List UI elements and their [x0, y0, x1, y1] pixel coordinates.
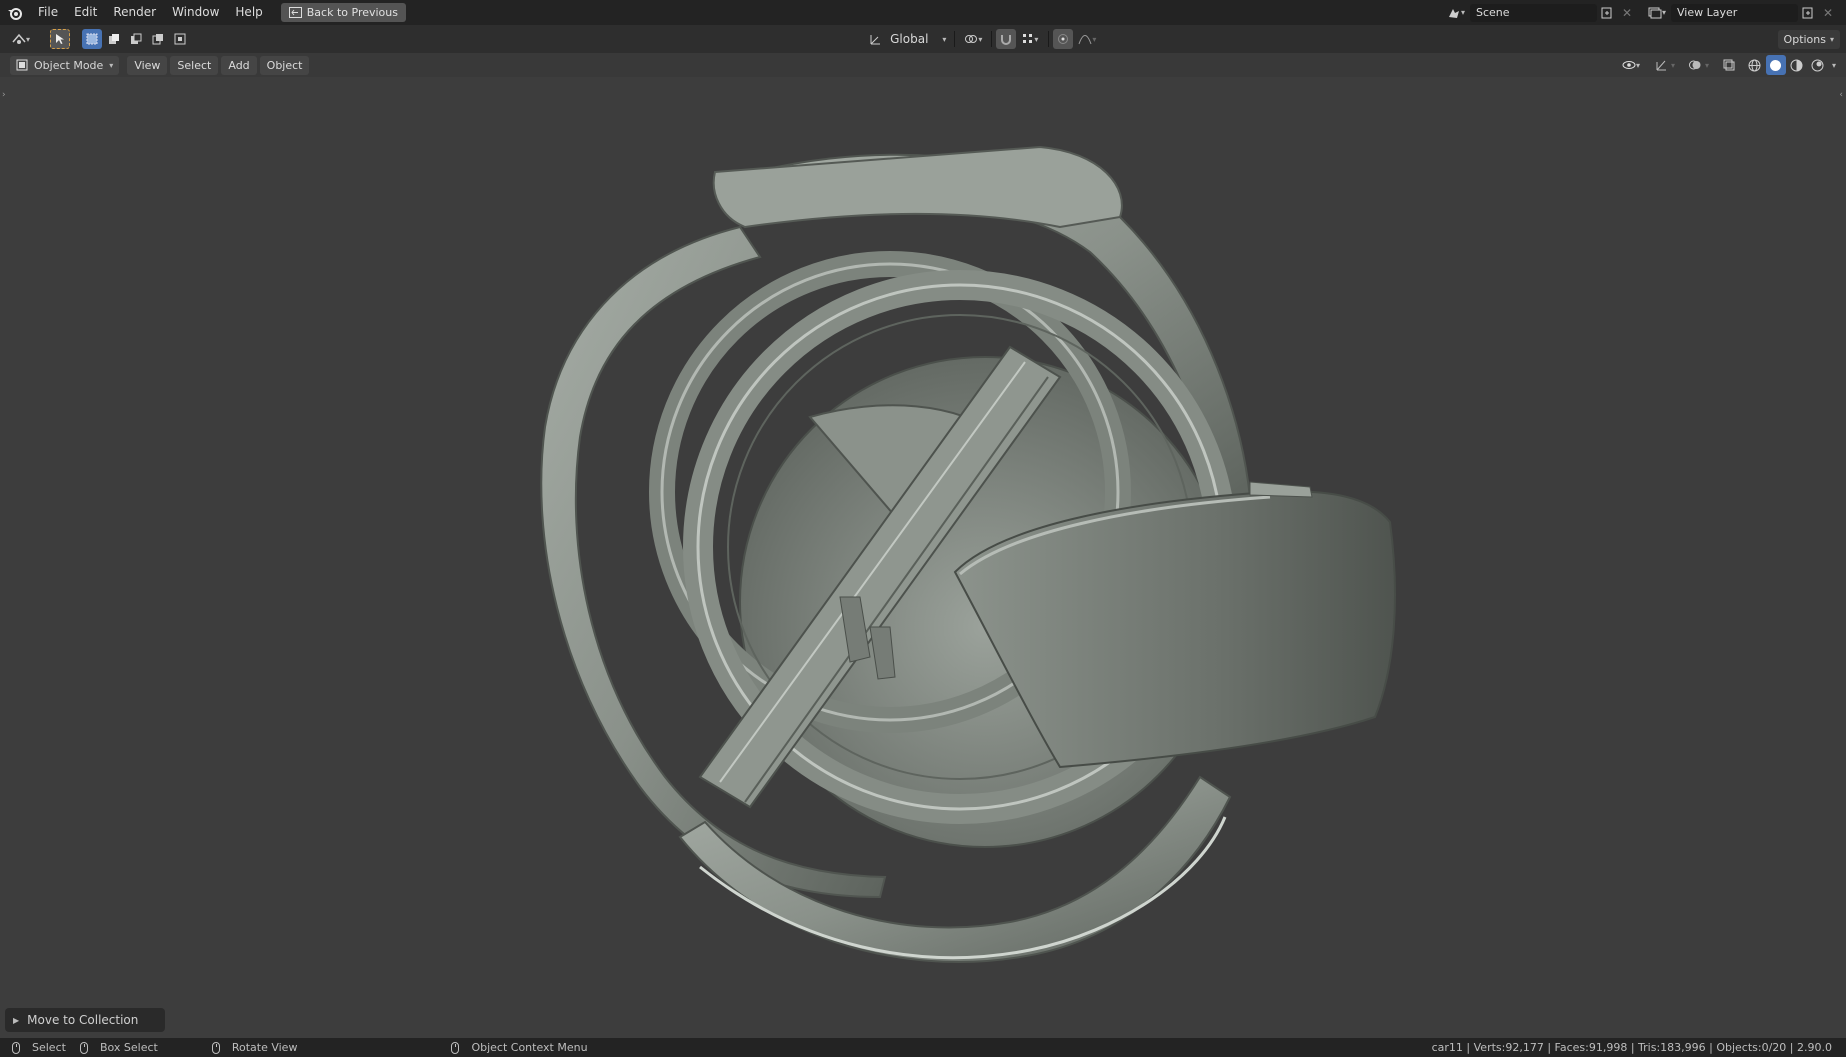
- xray-toggle-icon[interactable]: [1719, 55, 1739, 75]
- mode-dropdown[interactable]: Object Mode ▾: [10, 55, 120, 75]
- status-box-select: Box Select: [79, 1041, 158, 1054]
- new-view-layer-icon[interactable]: [1798, 3, 1818, 23]
- status-context-menu: Object Context Menu: [451, 1041, 588, 1054]
- new-scene-icon[interactable]: [1597, 3, 1617, 23]
- shading-mode-group: [1745, 55, 1828, 75]
- scene-statistics: car11 | Verts:92,177 | Faces:91,998 | Tr…: [1431, 1041, 1832, 1054]
- blender-logo-icon[interactable]: [0, 5, 30, 21]
- status-select-label: Select: [32, 1041, 66, 1054]
- snap-target-icon[interactable]: ▾: [1016, 29, 1044, 49]
- status-box-select-label: Box Select: [99, 1041, 158, 1054]
- back-icon: [288, 7, 302, 18]
- delete-view-layer-icon[interactable]: ✕: [1818, 3, 1838, 23]
- object-mode-icon: [16, 59, 28, 71]
- overlays-toggle-icon[interactable]: [1685, 55, 1705, 75]
- options-dropdown[interactable]: Options ▾: [1777, 29, 1841, 49]
- operator-panel-label: Move to Collection: [27, 1013, 139, 1027]
- rendered-shading-icon[interactable]: [1808, 55, 1828, 75]
- snap-toggle-icon[interactable]: [996, 29, 1017, 49]
- 3d-viewport[interactable]: › ‹ ▶ Move to Collection: [0, 77, 1846, 1038]
- status-bar: Select Box Select Rotate View Object Con…: [0, 1038, 1846, 1057]
- mouse-middle-icon: [211, 1041, 220, 1054]
- transform-orientation-icon: [866, 29, 886, 49]
- header-menu-view[interactable]: View: [127, 55, 168, 75]
- menu-help[interactable]: Help: [227, 0, 270, 25]
- gizmo-toggle-icon[interactable]: [1651, 55, 1671, 75]
- solid-shading-icon[interactable]: [1765, 55, 1786, 75]
- scene-name-field[interactable]: Scene: [1470, 3, 1597, 22]
- select-intersect-icon[interactable]: [170, 29, 190, 49]
- status-rotate-view-label: Rotate View: [231, 1041, 298, 1054]
- select-invert-icon[interactable]: [148, 29, 168, 49]
- editor-type-icon[interactable]: ▾: [6, 29, 36, 49]
- transform-orientation-value: Global: [890, 32, 929, 46]
- status-context-menu-label: Object Context Menu: [471, 1041, 588, 1054]
- view-layer-selector-icon[interactable]: ▾: [1643, 3, 1671, 23]
- select-subtract-icon[interactable]: [126, 29, 146, 49]
- mode-label: Object Mode: [34, 58, 104, 72]
- transform-controls: Global ▾ ▾ ▾ ▾: [866, 29, 1101, 49]
- operator-panel-move-to-collection[interactable]: ▶ Move to Collection: [5, 1008, 165, 1032]
- back-button-label: Back to Previous: [306, 6, 398, 19]
- back-to-previous-button[interactable]: Back to Previous: [280, 3, 406, 22]
- header-menu-object[interactable]: Object: [259, 55, 310, 75]
- header-menu-select[interactable]: Select: [170, 55, 219, 75]
- options-label: Options: [1783, 32, 1826, 46]
- select-tool-icon[interactable]: [50, 29, 70, 49]
- header-menu-add[interactable]: Add: [221, 55, 257, 75]
- proportional-editing-icon[interactable]: [1053, 29, 1074, 49]
- scene-name: Scene: [1476, 6, 1510, 19]
- view-layer-name: View Layer: [1677, 6, 1738, 19]
- viewport-header: Object Mode ▾ View Select Add Object ▾ ▾ …: [0, 53, 1846, 77]
- tool-settings-bar: ▾ Global ▾ ▾ ▾ ▾ Options ▾: [0, 25, 1846, 53]
- pivot-point-icon[interactable]: ▾: [959, 29, 987, 49]
- proportional-falloff-icon[interactable]: ▾: [1073, 29, 1101, 49]
- menu-window[interactable]: Window: [164, 0, 227, 25]
- mouse-right-icon: [451, 1041, 460, 1054]
- gizmo-dropdown-icon[interactable]: ▾: [1671, 61, 1675, 70]
- 3d-model[interactable]: [0, 77, 1846, 1038]
- expand-arrow-icon: ▶: [13, 1015, 20, 1025]
- material-preview-shading-icon[interactable]: [1787, 55, 1807, 75]
- transform-orientation-dropdown[interactable]: Global ▾: [886, 30, 950, 49]
- shading-dropdown-icon[interactable]: ▾: [1832, 61, 1836, 70]
- select-extend-icon[interactable]: [104, 29, 124, 49]
- visibility-selectability-icon[interactable]: ▾: [1617, 55, 1645, 75]
- top-bar: File Edit Render Window Help Back to Pre…: [0, 0, 1846, 25]
- menu-file[interactable]: File: [30, 0, 66, 25]
- status-rotate-view: Rotate View: [211, 1041, 298, 1054]
- wireframe-shading-icon[interactable]: [1745, 55, 1765, 75]
- select-new-icon[interactable]: [82, 29, 102, 49]
- mouse-drag-icon: [79, 1041, 88, 1054]
- overlays-dropdown-icon[interactable]: ▾: [1705, 61, 1709, 70]
- mouse-left-icon: [12, 1041, 20, 1054]
- delete-scene-icon[interactable]: ✕: [1617, 3, 1637, 23]
- status-select: Select: [12, 1041, 66, 1054]
- scene-selector-icon[interactable]: ▾: [1442, 3, 1470, 23]
- view-layer-field[interactable]: View Layer: [1671, 3, 1798, 22]
- menu-render[interactable]: Render: [105, 0, 164, 25]
- menu-edit[interactable]: Edit: [66, 0, 105, 25]
- selection-mode-group: [82, 29, 190, 49]
